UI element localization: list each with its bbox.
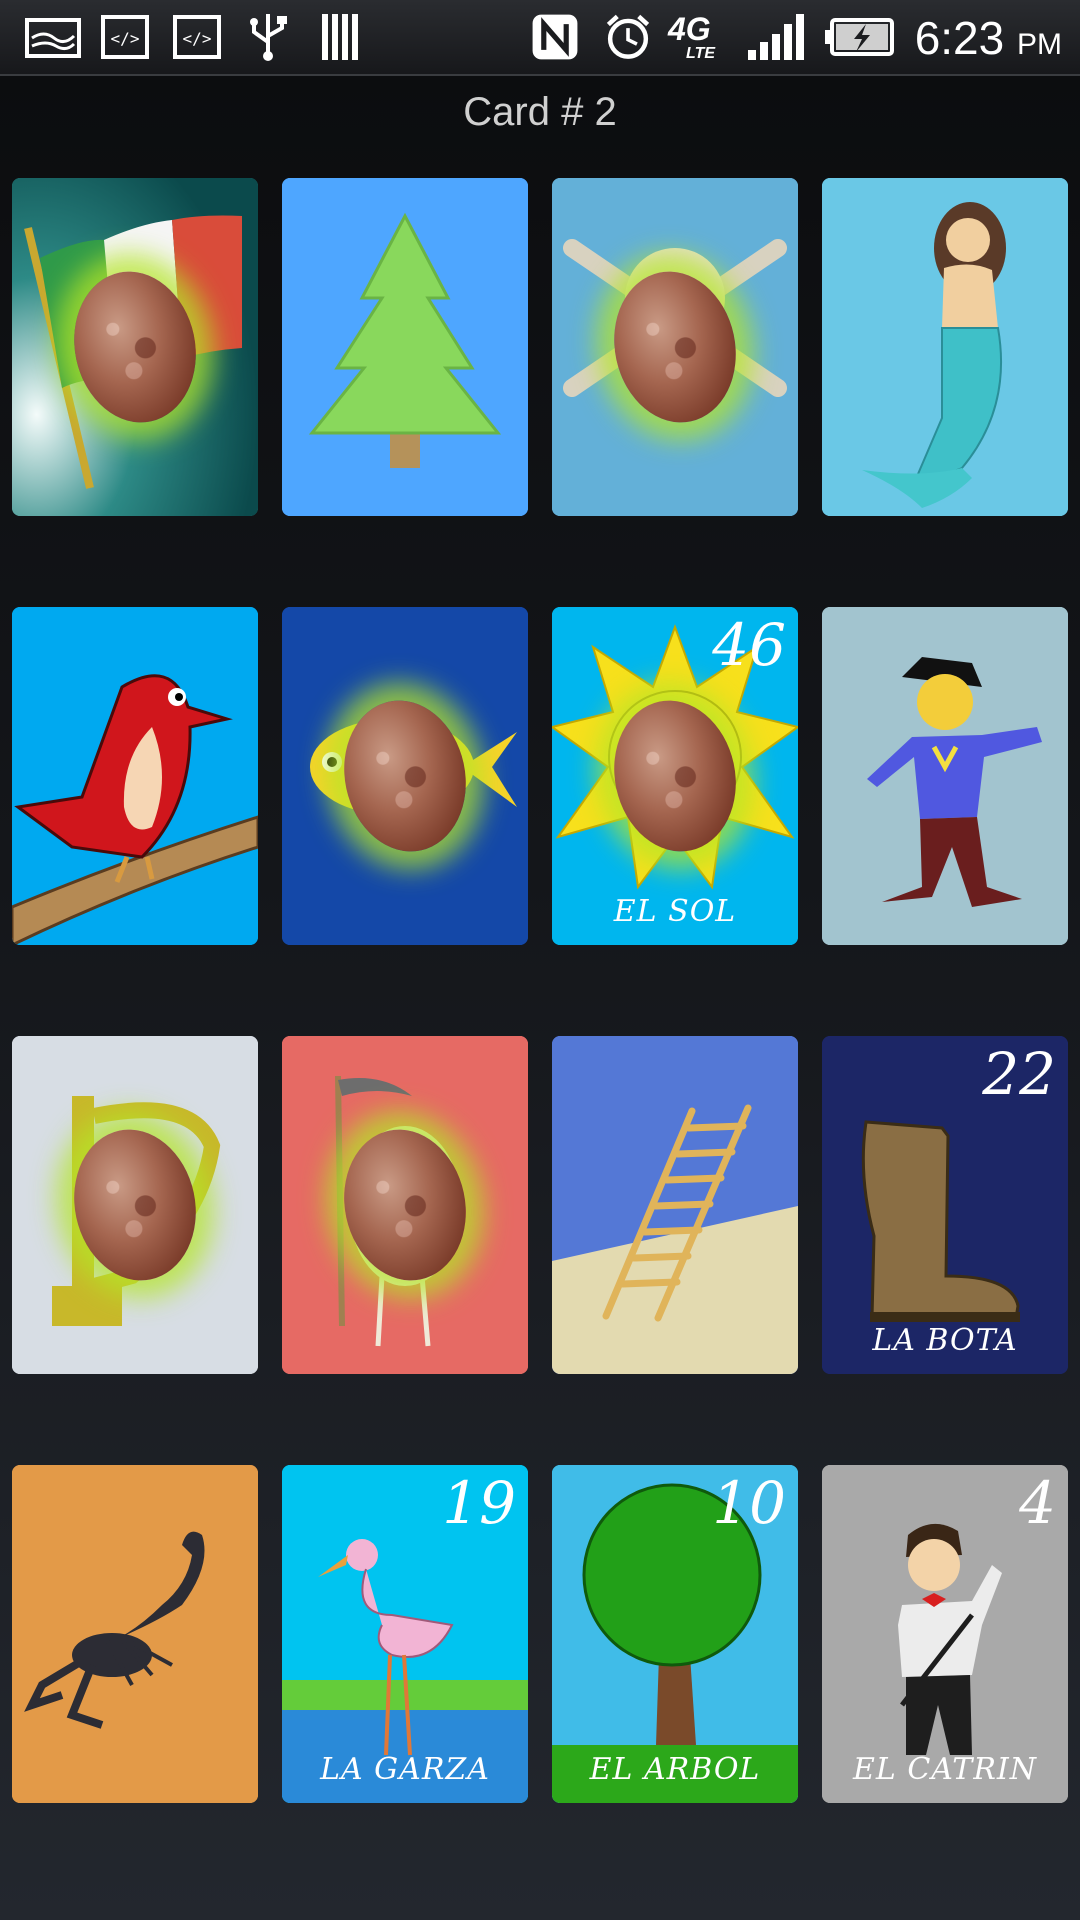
card-name: EL ARBOL (589, 1752, 761, 1787)
battery-charging-icon (825, 18, 894, 56)
page-title: Card # 2 (463, 90, 617, 134)
card-cell[interactable]: 22 LA BOTA (822, 1036, 1068, 1374)
card-cell[interactable] (282, 607, 528, 945)
hero-man-icon (822, 607, 1068, 945)
usb-icon (250, 14, 287, 61)
network-type-indicator: 4G LTE (668, 12, 730, 62)
alarm-icon (606, 14, 650, 59)
card-cell[interactable] (12, 1036, 258, 1374)
card-cell[interactable] (822, 607, 1068, 945)
card-name: LA BOTA (872, 1323, 1018, 1358)
network-type: 4G (668, 11, 711, 47)
code-notification-icon: </> (101, 15, 149, 59)
clock-time: 6:23 (914, 12, 1005, 64)
card-name: EL CATRIN (852, 1752, 1038, 1787)
card-cell[interactable]: 10 EL ARBOL (552, 1465, 798, 1803)
card-cell[interactable] (552, 178, 798, 516)
card-name: EL SOL (613, 894, 737, 929)
loteria-card-grid: 46 EL SOL 22 LA BOTA 19 LA GARZA 10 EL A… (12, 178, 1068, 1803)
card-number: 19 (442, 1469, 516, 1537)
card-cell[interactable] (552, 1036, 798, 1374)
card-number: 4 (1019, 1469, 1056, 1537)
cardinal-bird-icon (12, 607, 258, 945)
card-cell[interactable]: 4 EL CATRIN (822, 1465, 1068, 1803)
clock-ampm: PM (1017, 28, 1062, 61)
card-cell[interactable] (282, 178, 528, 516)
gallery-notification-icon (25, 18, 81, 58)
card-number: 10 (712, 1469, 786, 1537)
card-cell[interactable] (12, 1465, 258, 1803)
card-cell[interactable]: 19 LA GARZA (282, 1465, 528, 1803)
nfc-icon (532, 14, 578, 60)
svg-text:</>: </> (183, 29, 212, 48)
card-cell[interactable] (12, 607, 258, 945)
mermaid-icon (822, 178, 1068, 516)
pine-tree-icon (282, 178, 528, 516)
svg-text:</>: </> (111, 29, 140, 48)
signal-strength-icon (748, 14, 804, 60)
clock: 6:23 PM (915, 10, 1062, 73)
card-cell[interactable]: 46 EL SOL (552, 607, 798, 945)
card-cell[interactable] (822, 178, 1068, 516)
card-number: 46 (712, 611, 786, 679)
card-cell[interactable] (282, 1036, 528, 1374)
status-bar: </> </> 4G LTE 6:23 PM (0, 0, 1080, 76)
scorpion-icon (12, 1465, 258, 1803)
ladder-icon (552, 1036, 798, 1374)
card-number: 22 (982, 1040, 1056, 1108)
storage-icon (322, 14, 358, 60)
card-cell[interactable] (12, 178, 258, 516)
card-name: LA GARZA (320, 1752, 490, 1787)
network-subtype: LTE (686, 45, 716, 62)
code-notification-icon-2: </> (173, 15, 221, 59)
